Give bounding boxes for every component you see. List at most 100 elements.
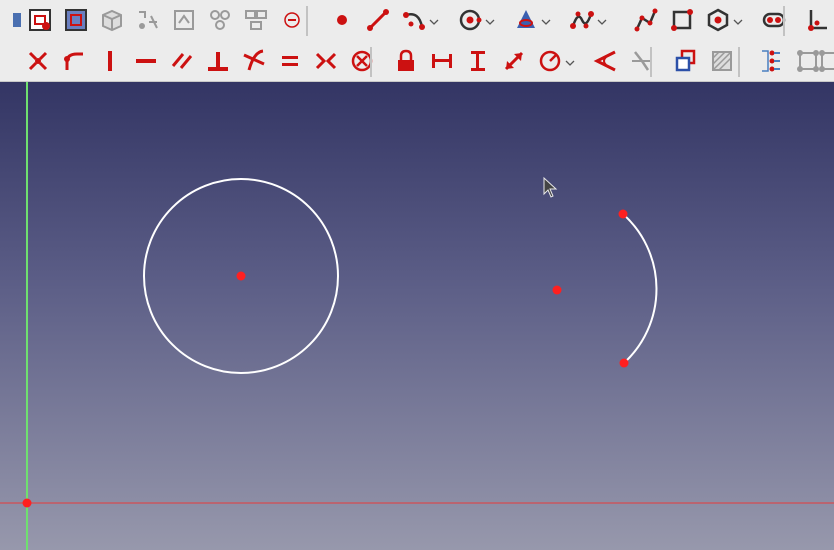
chevron-down-icon	[485, 11, 495, 30]
slot-button[interactable]	[758, 4, 790, 36]
conic-dropdown[interactable]	[540, 13, 552, 27]
arc-dropdown[interactable]	[428, 13, 440, 27]
toolbar-separator	[650, 47, 652, 77]
toolbar-separator	[370, 47, 372, 77]
circle-icon	[457, 7, 483, 33]
parallel-button[interactable]	[166, 45, 198, 77]
angle-button[interactable]	[590, 45, 622, 77]
toggle-driving-button[interactable]	[670, 45, 702, 77]
arc-start-point[interactable]	[618, 209, 628, 219]
show-dof-button[interactable]	[756, 45, 788, 77]
fillet-button[interactable]	[802, 4, 834, 36]
sketcher-toolbar-row-2	[0, 41, 834, 82]
bspline-button[interactable]	[566, 4, 598, 36]
chevron-down-icon	[541, 11, 551, 30]
conic-button[interactable]	[510, 4, 542, 36]
conic-icon	[513, 7, 539, 33]
bspline-dropdown[interactable]	[596, 13, 608, 27]
view-sketch-icon	[99, 7, 125, 33]
horizontal-icon	[133, 48, 159, 74]
validate-sketch-button[interactable]	[204, 4, 236, 36]
toolbar-separator	[738, 47, 740, 77]
distance-icon	[501, 48, 527, 74]
perpendicular-icon	[205, 48, 231, 74]
new-sketch-button[interactable]	[24, 4, 56, 36]
rectangle-button[interactable]	[666, 4, 698, 36]
3d-viewport[interactable]	[0, 82, 834, 550]
fillet-icon	[805, 7, 831, 33]
tangent-icon	[241, 48, 267, 74]
arc-end-point[interactable]	[619, 358, 629, 368]
vertical-button[interactable]	[94, 45, 126, 77]
equal-button[interactable]	[274, 45, 306, 77]
polyline-icon	[633, 7, 659, 33]
polygon-icon	[705, 7, 731, 33]
toggle-driving-icon	[673, 48, 699, 74]
vertical-icon	[97, 48, 123, 74]
radius-icon	[537, 48, 563, 74]
merge-sketches-icon	[243, 7, 269, 33]
toolbar-separator	[783, 6, 785, 36]
lock-button[interactable]	[390, 45, 422, 77]
coincident-button[interactable]	[22, 45, 54, 77]
symmetric-button[interactable]	[310, 45, 342, 77]
circle-button[interactable]	[454, 4, 486, 36]
polyline-button[interactable]	[630, 4, 662, 36]
toggle-active-icon	[709, 48, 735, 74]
perpendicular-button[interactable]	[202, 45, 234, 77]
arc-button[interactable]	[398, 4, 430, 36]
point-on-object-icon	[61, 48, 87, 74]
symmetric-icon	[313, 48, 339, 74]
toggle-active-button[interactable]	[706, 45, 738, 77]
snell-law-button[interactable]	[626, 45, 658, 77]
map-sketch-button[interactable]	[132, 4, 164, 36]
chevron-down-icon	[733, 11, 743, 30]
vertical-distance-icon	[465, 48, 491, 74]
point-on-object-button[interactable]	[58, 45, 90, 77]
distance-button[interactable]	[498, 45, 530, 77]
reorient-sketch-icon	[171, 7, 197, 33]
edit-sketch-button[interactable]	[60, 4, 92, 36]
chevron-down-icon	[565, 52, 575, 71]
select-elements-icon	[817, 48, 834, 74]
mirror-sketch-icon	[279, 7, 305, 33]
show-dof-icon	[759, 48, 785, 74]
arc-icon	[401, 7, 427, 33]
vertical-distance-button[interactable]	[462, 45, 494, 77]
validate-sketch-icon	[207, 7, 233, 33]
select-elements-button[interactable]	[819, 45, 834, 77]
reorient-sketch-button[interactable]	[168, 4, 200, 36]
point-button[interactable]	[326, 4, 358, 36]
chevron-down-icon	[429, 11, 439, 30]
polygon-dropdown[interactable]	[732, 13, 744, 27]
view-sketch-button[interactable]	[96, 4, 128, 36]
sketch-arc[interactable]	[622, 213, 658, 364]
chevron-down-icon	[597, 11, 607, 30]
origin-point[interactable]	[22, 498, 32, 508]
equal-icon	[277, 48, 303, 74]
rectangle-icon	[669, 7, 695, 33]
polygon-button[interactable]	[702, 4, 734, 36]
tangent-button[interactable]	[238, 45, 270, 77]
horizontal-button[interactable]	[130, 45, 162, 77]
arc-center-point[interactable]	[552, 285, 562, 295]
radius-button[interactable]	[534, 45, 566, 77]
parallel-icon	[169, 48, 195, 74]
sketcher-toolbar-row-1	[0, 0, 834, 40]
mirror-sketch-button[interactable]	[276, 4, 308, 36]
circle-center-point[interactable]	[236, 271, 246, 281]
map-sketch-icon	[135, 7, 161, 33]
line-button[interactable]	[362, 4, 394, 36]
bspline-icon	[569, 7, 595, 33]
toolbar-separator	[306, 6, 308, 36]
point-icon	[329, 7, 355, 33]
radius-dropdown[interactable]	[564, 54, 576, 68]
circle-dropdown[interactable]	[484, 13, 496, 27]
horizontal-distance-button[interactable]	[426, 45, 458, 77]
coincident-icon	[25, 48, 51, 74]
edit-sketch-icon	[63, 7, 89, 33]
block-button[interactable]	[346, 45, 378, 77]
mouse-cursor	[543, 176, 558, 198]
angle-icon	[593, 48, 619, 74]
merge-sketches-button[interactable]	[240, 4, 272, 36]
